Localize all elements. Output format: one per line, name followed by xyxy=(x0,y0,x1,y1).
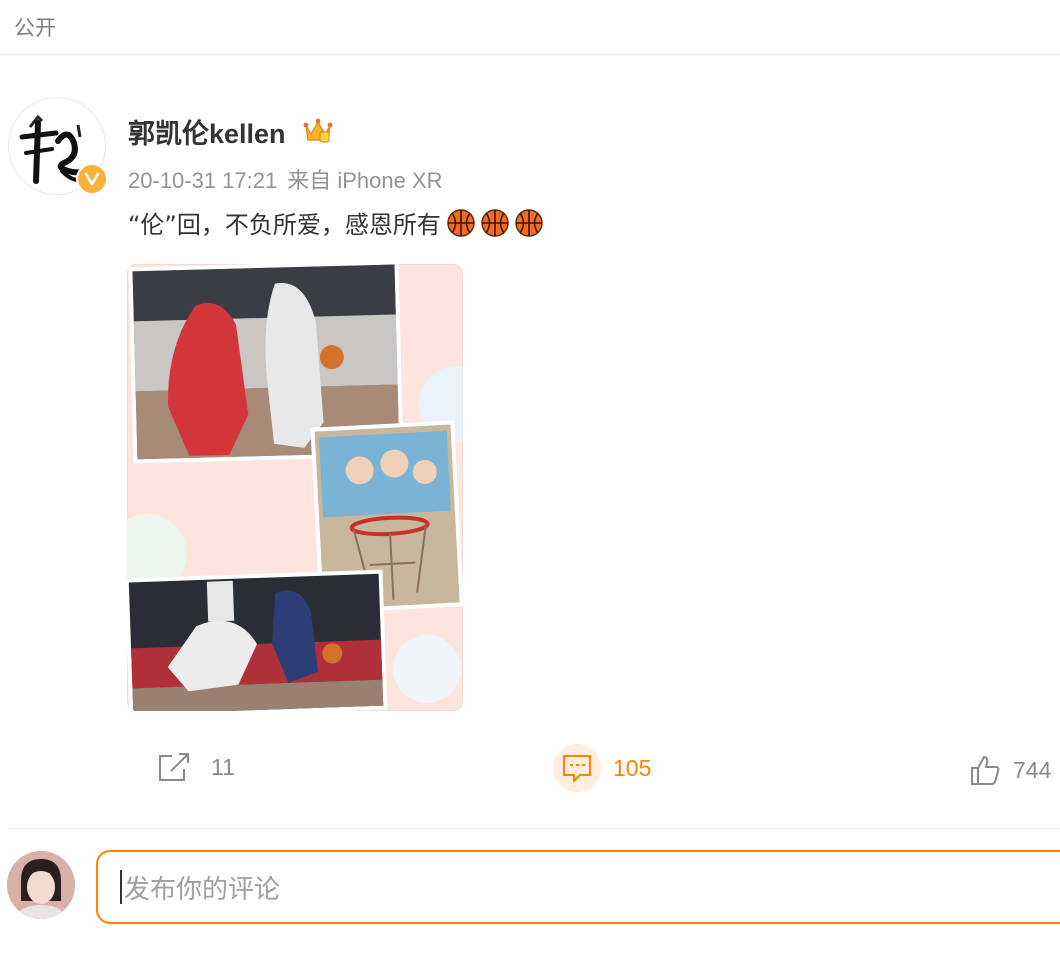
like-count: 744 xyxy=(1013,756,1052,783)
comment-icon xyxy=(553,744,601,792)
share-icon xyxy=(159,753,189,781)
comment-input[interactable]: 发布你的评论 xyxy=(96,850,1060,924)
post-text: “伦”回，不负所爱，感恩所有 xyxy=(128,205,543,240)
crown-icon[interactable] xyxy=(302,114,334,146)
basketball-icon xyxy=(481,208,509,237)
divider xyxy=(0,54,1060,55)
verified-v-icon xyxy=(76,163,108,195)
comment-button[interactable]: 105 xyxy=(553,744,651,792)
post-image[interactable] xyxy=(127,264,463,711)
repost-count: 11 xyxy=(211,753,235,780)
author-name[interactable]: 郭凯伦kellen xyxy=(128,112,286,151)
comment-count: 105 xyxy=(613,754,652,781)
comment-input-placeholder: 发布你的评论 xyxy=(124,874,281,905)
post-meta: 20-10-31 17:21 来自 iPhone XR xyxy=(128,163,443,195)
current-user-avatar[interactable] xyxy=(7,851,75,919)
visibility-label: 公开 xyxy=(14,16,56,40)
post-source: 来自 iPhone XR xyxy=(287,168,443,193)
post-time[interactable]: 20-10-31 17:21 xyxy=(128,168,277,193)
post-actions: 11 105 744 xyxy=(0,740,1060,800)
thumbs-up-icon xyxy=(971,756,1000,785)
basketball-icon xyxy=(515,208,543,237)
text-caret xyxy=(120,870,122,904)
divider xyxy=(8,828,1060,829)
repost-button[interactable]: 11 xyxy=(157,752,235,782)
author-avatar[interactable] xyxy=(8,97,108,195)
post-text-body: “伦”回，不负所爱，感恩所有 xyxy=(128,211,441,239)
basketball-icon xyxy=(447,208,475,237)
like-button[interactable]: 744 xyxy=(969,754,1051,786)
